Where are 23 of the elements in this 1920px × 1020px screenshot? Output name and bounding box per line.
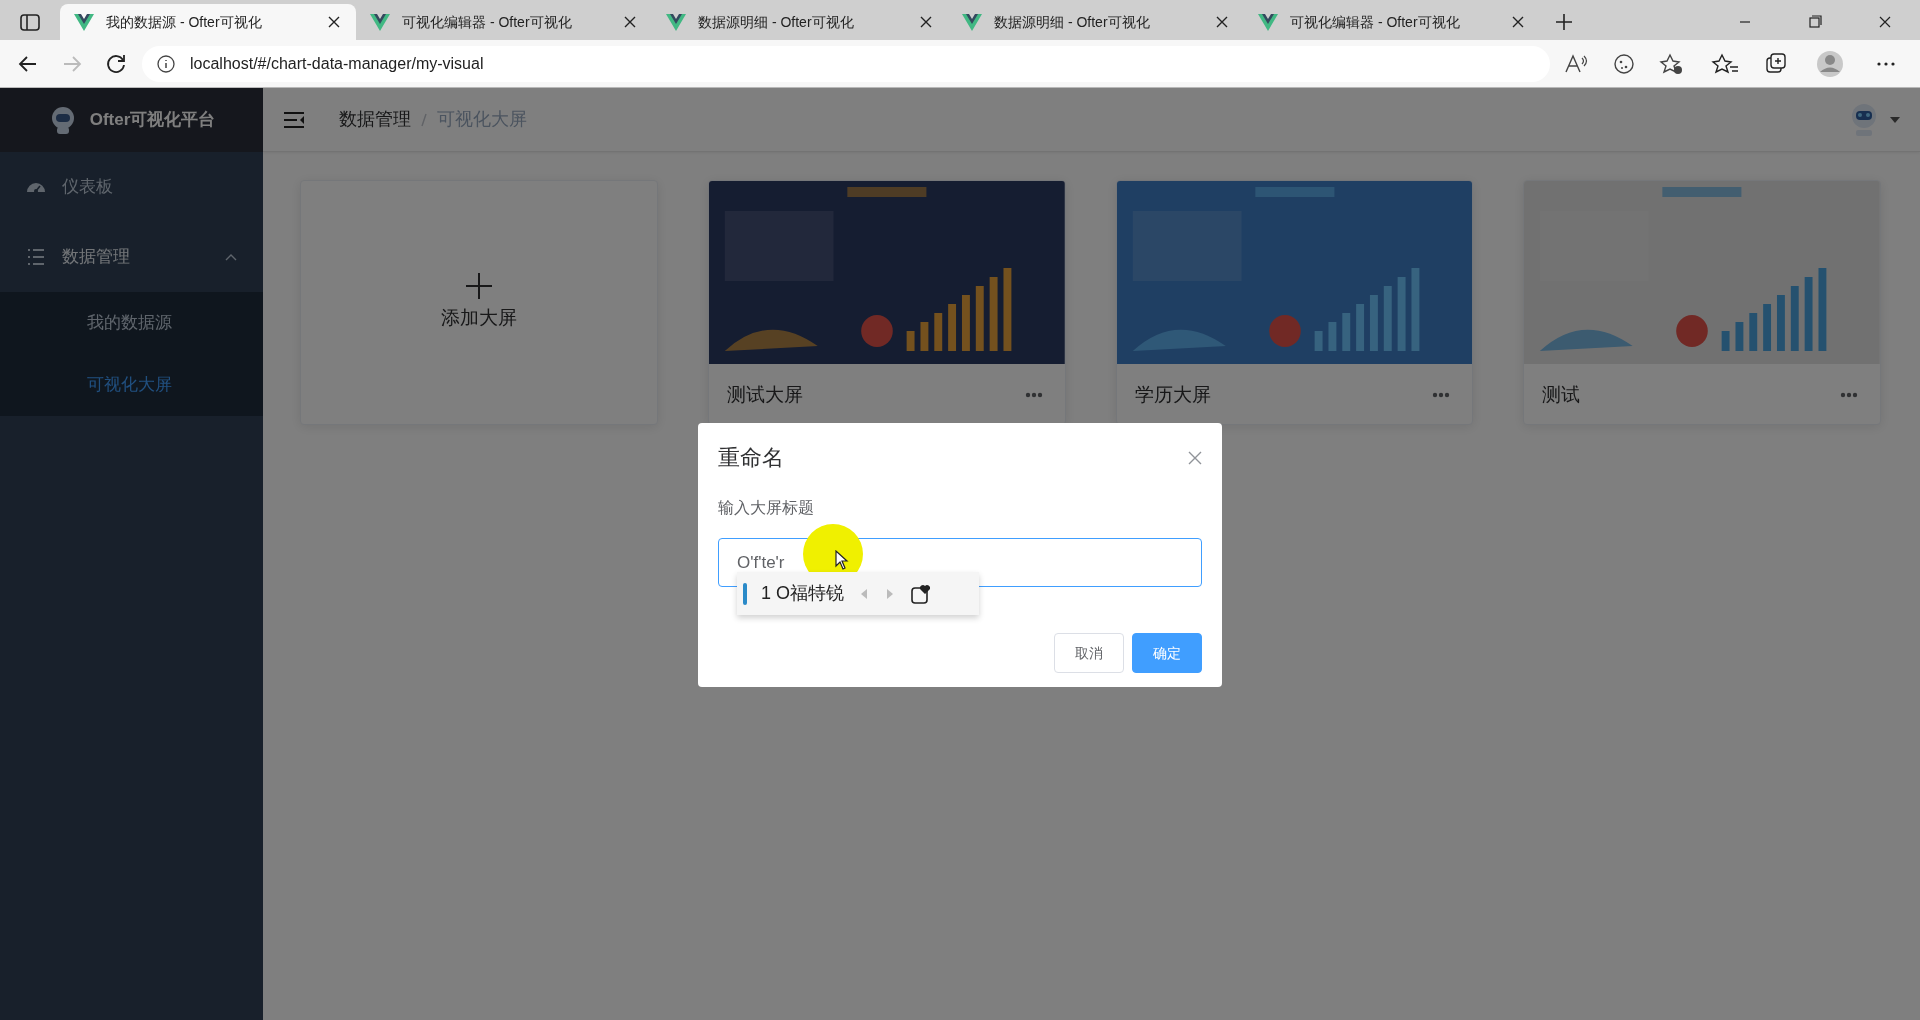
browser-tab[interactable]: 我的数据源 - Ofter可视化 — [60, 4, 356, 40]
url-text: localhost/#/chart-data-manager/my-visual — [190, 53, 484, 74]
browser-tab[interactable]: 数据源明细 - Ofter可视化 — [652, 4, 948, 40]
browser-tab[interactable]: 数据源明细 - Ofter可视化 — [948, 4, 1244, 40]
breadcrumb-item[interactable]: 数据管理 — [339, 106, 411, 133]
browser-tab[interactable]: 可视化编辑器 - Ofter可视化 — [1244, 4, 1540, 40]
submenu-item[interactable]: 我的数据源 — [0, 292, 263, 354]
app-title: Ofter可视化平台 — [89, 109, 216, 132]
screen-title: 测试 — [1542, 382, 1581, 407]
add-screen-card[interactable]: 添加大屏 — [300, 180, 658, 425]
screen-title: 学历大屏 — [1134, 382, 1211, 407]
screen-card[interactable]: 测试 — [1523, 180, 1881, 425]
address-bar[interactable]: localhost/#/chart-data-manager/my-visual — [142, 45, 1550, 82]
menu-item[interactable]: 数据管理 — [0, 222, 263, 292]
dialog-title: 重命名 — [718, 444, 784, 472]
cancel-button[interactable]: 取消 — [1054, 633, 1124, 673]
screen-title: 测试大屏 — [726, 382, 803, 407]
confirm-button[interactable]: 确定 — [1132, 633, 1202, 673]
menu-item[interactable]: 仪表板 — [0, 152, 263, 222]
screen-card[interactable]: 测试大屏 — [707, 180, 1066, 425]
screen-card[interactable]: 学历大屏 — [1115, 180, 1474, 425]
field-label: 输入大屏标题 — [718, 498, 815, 518]
browser-tab[interactable]: 可视化编辑器 - Ofter可视化 — [356, 4, 652, 40]
